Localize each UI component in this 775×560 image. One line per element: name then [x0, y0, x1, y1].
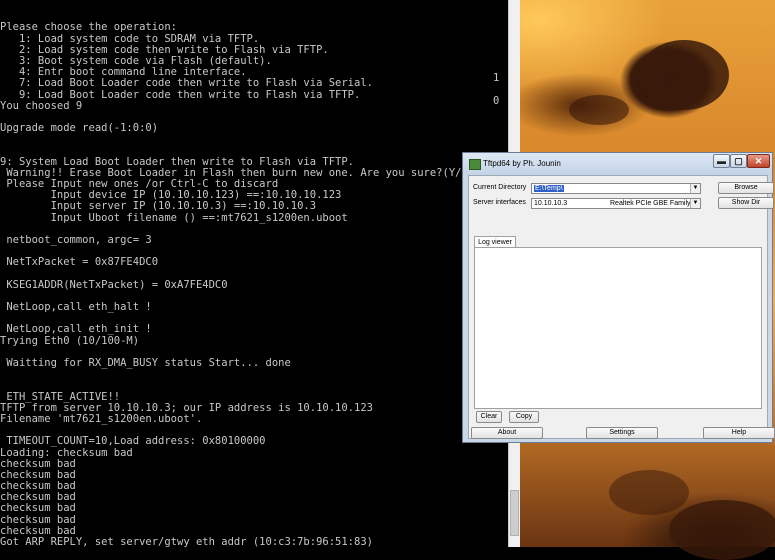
- console-line: Input Uboot filename () ==:mt7621_s1200e…: [0, 211, 348, 224]
- tftpd-window[interactable]: Tftpd64 by Ph. Jounin ▬ ▢ ✕ Current Dire…: [462, 152, 775, 443]
- close-icon: ✕: [754, 156, 763, 166]
- console-line: Input server IP (10.10.10.3) ==:10.10.10…: [0, 200, 317, 213]
- server-ip: 10.10.10.3: [534, 200, 568, 207]
- clear-button[interactable]: Clear: [476, 411, 502, 423]
- tftpd-app-icon: [469, 159, 481, 170]
- tftpd-titlebar[interactable]: Tftpd64 by Ph. Jounin ▬ ▢ ✕: [463, 153, 772, 175]
- close-button[interactable]: ✕: [747, 154, 770, 168]
- minimize-icon: ▬: [717, 156, 726, 166]
- window-title: Tftpd64 by Ph. Jounin: [483, 159, 561, 168]
- wallpaper-rock: [609, 470, 689, 515]
- console-line: checksum bad: [0, 468, 76, 481]
- console-line: netboot_common, argc= 3: [0, 233, 152, 246]
- console-line: TIMEOUT_COUNT=10,Load address: 0x8010000…: [0, 435, 266, 448]
- help-button[interactable]: Help: [703, 427, 775, 439]
- console-line: You choosed 9: [0, 99, 83, 112]
- console-line: Loading: checksum bad: [0, 446, 133, 459]
- console-side-number: 1: [493, 72, 500, 84]
- wallpaper-rock: [639, 40, 729, 110]
- current-directory-value: E:\Temp\: [534, 185, 564, 192]
- console-line: Filename 'mt7621_s1200en.uboot'.: [0, 412, 203, 425]
- console-line: KSEG1ADDR(NetTxPacket) = 0xA7FE4DC0: [0, 278, 228, 291]
- console-line: checksum bad: [0, 457, 76, 470]
- console-line: 7: Load Boot Loader code then write to F…: [0, 77, 373, 90]
- wallpaper-rock: [569, 95, 629, 125]
- console-side-number: 0: [493, 95, 500, 107]
- maximize-icon: ▢: [734, 156, 743, 166]
- console-line: checksum bad: [0, 491, 76, 504]
- tftpd-client-area: Current Directory E:\Temp\ ▼ Browse Serv…: [468, 175, 775, 439]
- console-line: NetLoop,call eth_halt !: [0, 301, 152, 314]
- console-line: Waitting for RX_DMA_BUSY status Start...…: [0, 357, 291, 370]
- about-button[interactable]: About: [471, 427, 543, 439]
- console-line: NetLoop,call eth_init !: [0, 323, 152, 336]
- chevron-down-icon[interactable]: ▼: [690, 199, 700, 208]
- console-line: Please choose the operation:: [0, 21, 178, 34]
- show-dir-button[interactable]: Show Dir: [718, 197, 774, 209]
- log-viewer-pane[interactable]: [474, 247, 762, 409]
- maximize-button[interactable]: ▢: [730, 154, 747, 168]
- console-line: Got ARP REPLY, set server/gtwy eth addr …: [0, 536, 373, 547]
- console-scrollbar-thumb[interactable]: [510, 490, 519, 536]
- console-line: Upgrade mode read(-1:0:0): [0, 122, 159, 135]
- minimize-button[interactable]: ▬: [713, 154, 730, 168]
- chevron-down-icon[interactable]: ▼: [690, 184, 700, 193]
- console-window[interactable]: Please choose the operation: 1: Load sys…: [0, 0, 510, 547]
- server-adapter: Realtek PCIe GBE Family: [610, 200, 691, 207]
- console-line: Trying Eth0 (10/100-M): [0, 334, 140, 347]
- console-line: checksum bad: [0, 513, 76, 526]
- console-line: checksum bad: [0, 480, 76, 493]
- browse-button[interactable]: Browse: [718, 182, 774, 194]
- copy-button[interactable]: Copy: [509, 411, 539, 423]
- wallpaper-rock: [669, 500, 775, 560]
- current-directory-combo[interactable]: E:\Temp\ ▼: [531, 183, 701, 194]
- settings-button[interactable]: Settings: [586, 427, 658, 439]
- console-line: NetTxPacket = 0x87FE4DC0: [0, 256, 159, 269]
- server-interfaces-combo[interactable]: 10.10.10.3 Realtek PCIe GBE Family ▼: [531, 198, 701, 209]
- server-interfaces-label: Server interfaces: [473, 199, 526, 206]
- console-line: checksum bad: [0, 502, 76, 515]
- console-output: Please choose the operation: 1: Load sys…: [0, 22, 510, 547]
- current-directory-label: Current Directory: [473, 184, 527, 191]
